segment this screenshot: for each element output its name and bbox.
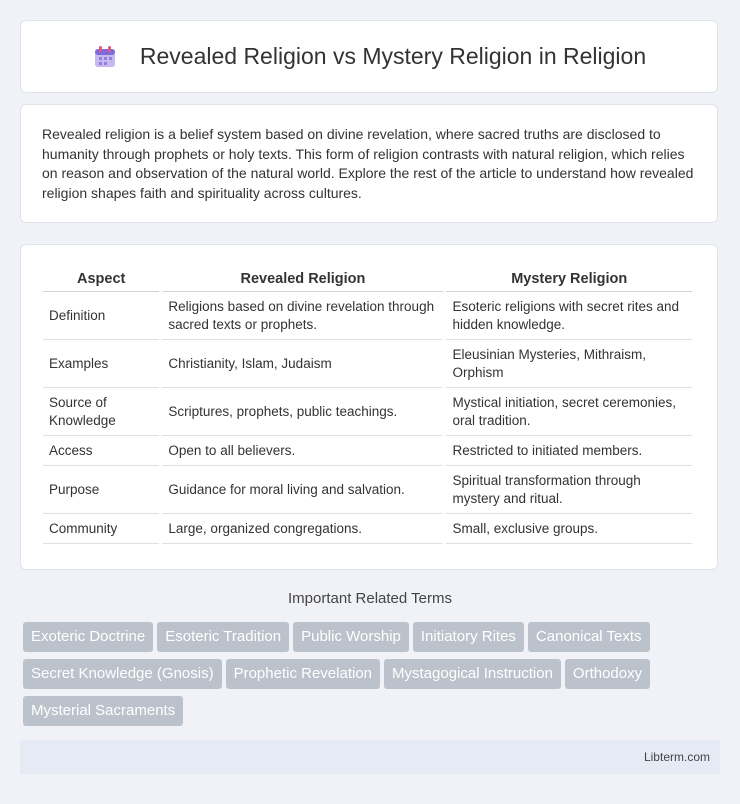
term-tag[interactable]: Mysterial Sacraments: [23, 696, 184, 726]
intro-card: Revealed religion is a belief system bas…: [20, 104, 718, 223]
table-row: Purpose Guidance for moral living and sa…: [43, 466, 692, 514]
header-mystery: Mystery Religion: [446, 265, 692, 292]
aspect-cell: Source of Knowledge: [43, 388, 160, 436]
related-terms-title: Important Related Terms: [288, 590, 452, 607]
table-header-row: Aspect Revealed Religion Mystery Religio…: [43, 265, 692, 292]
aspect-cell: Examples: [43, 340, 160, 388]
table-row: Source of Knowledge Scriptures, prophets…: [43, 388, 692, 436]
term-tag[interactable]: Orthodoxy: [564, 659, 651, 689]
term-tag[interactable]: Esoteric Tradition: [157, 622, 290, 652]
term-tag[interactable]: Mystagogical Instruction: [384, 659, 561, 689]
table-row: Community Large, organized congregations…: [43, 514, 692, 544]
mystery-cell: Eleusinian Mysteries, Mithraism, Orphism: [446, 340, 692, 388]
aspect-cell: Definition: [43, 292, 160, 340]
aspect-cell: Community: [43, 514, 160, 544]
mystery-cell: Esoteric religions with secret rites and…: [446, 292, 692, 340]
comparison-card: Aspect Revealed Religion Mystery Religio…: [20, 244, 718, 570]
mystery-cell: Restricted to initiated members.: [446, 436, 692, 466]
term-tag[interactable]: Secret Knowledge (Gnosis): [23, 659, 222, 689]
page-title: Revealed Religion vs Mystery Religion in…: [139, 43, 647, 69]
term-tag[interactable]: Initiatory Rites: [412, 622, 524, 652]
title-card: Revealed Religion vs Mystery Religion in…: [20, 20, 718, 93]
header-revealed: Revealed Religion: [162, 265, 444, 292]
revealed-cell: Scriptures, prophets, public teachings.: [162, 388, 444, 436]
aspect-cell: Purpose: [43, 466, 160, 514]
footer-site-link[interactable]: Libterm.com: [644, 750, 710, 764]
table-row: Access Open to all believers. Restricted…: [43, 436, 692, 466]
term-tag[interactable]: Canonical Texts: [527, 622, 650, 652]
intro-text: Revealed religion is a belief system bas…: [42, 126, 694, 201]
calendar-icon: [92, 44, 118, 70]
table-row: Definition Religions based on divine rev…: [43, 292, 692, 340]
header-aspect: Aspect: [43, 265, 160, 292]
mystery-cell: Spiritual transformation through mystery…: [446, 466, 692, 514]
related-terms-list: Exoteric Doctrine Esoteric Tradition Publi…: [23, 622, 723, 733]
term-tag[interactable]: Prophetic Revelation: [225, 659, 381, 689]
term-tag[interactable]: Exoteric Doctrine: [23, 622, 154, 652]
revealed-cell: Large, organized congregations.: [162, 514, 444, 544]
table-row: Examples Christianity, Islam, Judaism El…: [43, 340, 692, 388]
aspect-cell: Access: [43, 436, 160, 466]
revealed-cell: Christianity, Islam, Judaism: [162, 340, 444, 388]
revealed-cell: Religions based on divine revelation thr…: [162, 292, 444, 340]
mystery-cell: Mystical initiation, secret ceremonies, …: [446, 388, 692, 436]
footer: Libterm.com: [20, 740, 720, 774]
comparison-table: Aspect Revealed Religion Mystery Religio…: [40, 265, 695, 544]
revealed-cell: Guidance for moral living and salvation.: [162, 466, 444, 514]
revealed-cell: Open to all believers.: [162, 436, 444, 466]
mystery-cell: Small, exclusive groups.: [446, 514, 692, 544]
term-tag[interactable]: Public Worship: [293, 622, 409, 652]
